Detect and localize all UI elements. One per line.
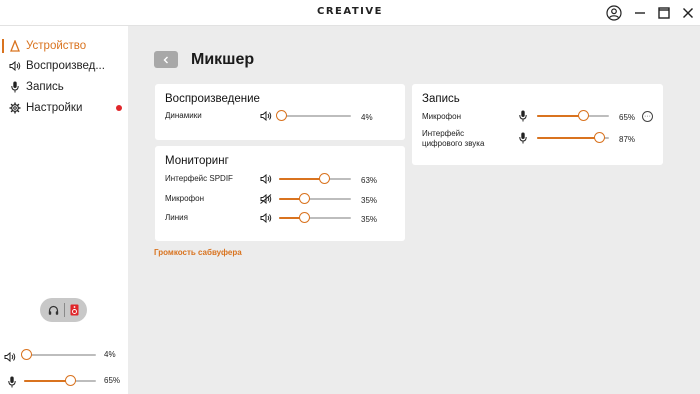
chevron-left-icon [163, 56, 168, 63]
close-button[interactable] [680, 5, 696, 21]
speaker-icon[interactable] [259, 110, 273, 122]
more-options-icon[interactable]: ··· [642, 111, 653, 122]
maximize-button[interactable] [656, 5, 672, 21]
line-in-percent: 35% [361, 215, 378, 224]
speaker-icon [8, 61, 22, 71]
speaker-box-icon[interactable] [70, 304, 79, 316]
card-title: Мониторинг [165, 155, 229, 167]
slider-thumb[interactable] [298, 212, 310, 223]
sidebar-volume-row: 4% [0, 347, 128, 363]
speaker-muted-icon[interactable] [259, 193, 273, 205]
sidebar-item-settings[interactable]: Настройки [0, 99, 128, 117]
title-bar: CREATIVE [0, 0, 700, 26]
playback-card: Воспроизведение Динамики 4% [155, 84, 405, 140]
volume-percent: 4% [104, 350, 116, 359]
line-in-slider[interactable] [279, 212, 351, 224]
row-label: Микрофон [165, 194, 204, 203]
digital-interface-slider[interactable] [537, 132, 609, 144]
minimize-button[interactable] [632, 5, 648, 21]
back-button[interactable] [154, 51, 178, 68]
sidebar-item-label: Воспроизвед... [26, 60, 105, 72]
slider-thumb[interactable] [65, 375, 77, 386]
slider-thumb[interactable] [594, 132, 606, 143]
row-label: Интерфейс SPDIF [165, 174, 233, 183]
card-title: Запись [422, 93, 460, 105]
sidebar-mic-row: 65% [0, 373, 128, 389]
sidebar-item-playback[interactable]: Воспроизвед... [0, 57, 128, 75]
page-title: Микшер [191, 51, 255, 68]
monitor-mic-percent: 35% [361, 196, 378, 205]
digital-interface-percent: 87% [619, 135, 636, 144]
microphone-icon[interactable] [516, 110, 530, 122]
mic-percent: 65% [104, 376, 121, 385]
card-title: Воспроизведение [165, 93, 260, 105]
sidebar-item-label: Запись [26, 81, 64, 93]
account-icon[interactable] [606, 5, 622, 21]
microphone-icon [8, 81, 22, 93]
gear-icon [8, 102, 22, 114]
output-toggle[interactable] [40, 298, 87, 322]
sidebar-item-label: Устройство [26, 40, 87, 52]
device-icon [8, 40, 22, 52]
speaker-icon[interactable] [259, 212, 273, 224]
sidebar: Устройство Воспроизвед... Запись Настрой… [0, 26, 128, 394]
microphone-icon [8, 375, 16, 393]
sidebar-item-recording[interactable]: Запись [0, 78, 128, 96]
slider-thumb[interactable] [21, 349, 33, 360]
sidebar-mic-slider[interactable] [24, 375, 96, 387]
speakers-percent: 4% [361, 113, 373, 122]
rec-mic-slider[interactable] [537, 110, 609, 122]
speaker-icon [4, 349, 16, 367]
row-label: Линия [165, 213, 188, 222]
spdif-percent: 63% [361, 176, 378, 185]
monitor-mic-slider[interactable] [279, 193, 351, 205]
toggle-divider [63, 303, 65, 317]
recording-card: Запись Микрофон 65% ··· Интерфейс цифров… [412, 84, 663, 165]
sidebar-item-device[interactable]: Устройство [0, 37, 128, 55]
headphones-icon[interactable] [48, 305, 59, 316]
sidebar-volume-slider[interactable] [21, 349, 96, 361]
slider-thumb[interactable] [276, 110, 288, 121]
slider-thumb[interactable] [318, 173, 330, 184]
row-label: Динамики [165, 111, 202, 120]
spdif-slider[interactable] [279, 173, 351, 185]
rec-mic-percent: 65% [619, 113, 636, 122]
row-label: Микрофон [422, 112, 461, 121]
notification-dot [116, 105, 122, 111]
speaker-icon[interactable] [259, 173, 273, 185]
slider-thumb[interactable] [298, 193, 310, 204]
row-label: Интерфейс цифрового звука [422, 129, 485, 148]
monitoring-card: Мониторинг Интерфейс SPDIF 63% Микрофон … [155, 146, 405, 241]
microphone-icon[interactable] [516, 132, 530, 144]
slider-thumb[interactable] [578, 110, 590, 121]
subwoofer-volume-link[interactable]: Громкость сабвуфера [154, 248, 242, 257]
brand-logo: CREATIVE [317, 6, 383, 17]
sidebar-item-label: Настройки [26, 102, 83, 114]
speakers-slider[interactable] [276, 110, 351, 122]
